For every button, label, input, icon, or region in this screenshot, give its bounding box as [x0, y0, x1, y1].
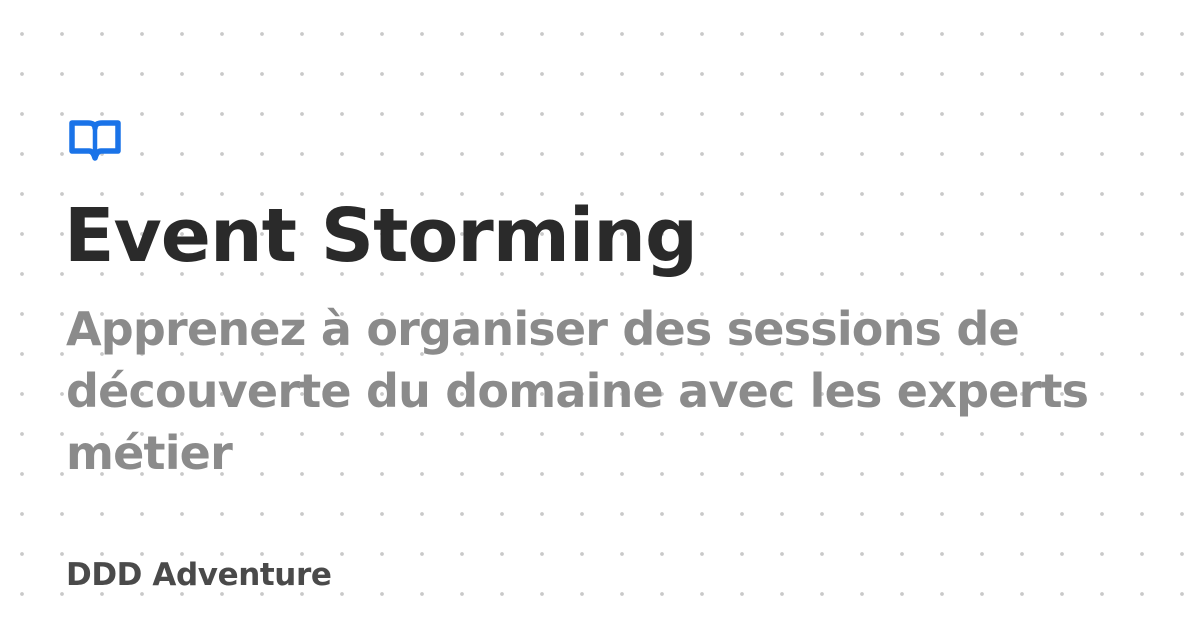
site-brand: DDD Adventure	[66, 557, 332, 593]
page-title: Event Storming	[64, 193, 698, 279]
page-subtitle: Apprenez à organiser des sessions de déc…	[66, 302, 1089, 480]
social-card: Event Storming Apprenez à organiser des …	[0, 0, 1200, 630]
book-open-icon	[69, 120, 121, 161]
